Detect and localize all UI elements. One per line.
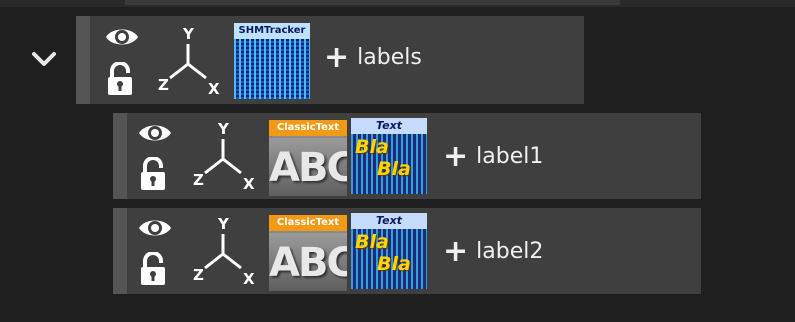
text-icon[interactable]: Text Bla Bla [351, 213, 427, 289]
classic-text-tag: ClassicText [269, 215, 347, 231]
plus-icon: + [324, 40, 350, 75]
node-name: label2 [476, 239, 544, 264]
axis-x-label: X [243, 175, 255, 191]
plus-icon: + [443, 234, 469, 269]
axes-icon: Y Z X [191, 119, 255, 193]
shm-tracker-tag: SHMTracker [234, 23, 310, 39]
text-tag: Text [351, 213, 427, 229]
text-preview-a: Bla [355, 231, 389, 253]
drag-handle[interactable] [113, 208, 127, 294]
add-node-labels[interactable]: + labels [324, 43, 422, 73]
classic-text-preview: ABC [269, 233, 347, 291]
top-strip-bar [125, 0, 620, 5]
axes-icon: Y Z X [156, 24, 220, 98]
expand-chevron-down-icon[interactable] [26, 40, 62, 76]
node-name: label1 [476, 144, 544, 169]
shm-tracker-preview [234, 39, 310, 99]
axis-y-label: Y [217, 120, 230, 138]
axis-y-label: Y [217, 215, 230, 233]
eye-icon[interactable] [137, 216, 173, 240]
classic-text-preview: ABC [269, 138, 347, 196]
eye-icon[interactable] [137, 121, 173, 145]
tree-row-label1[interactable]: Y Z X ClassicText ABC Text Bla Bla + lab… [113, 113, 701, 199]
axes-icon: Y Z X [191, 214, 255, 288]
classic-text-icon[interactable]: ClassicText ABC [269, 215, 347, 291]
text-preview-b: Bla [377, 253, 411, 275]
classic-text-icon[interactable]: ClassicText ABC [269, 120, 347, 196]
unlock-icon[interactable] [106, 61, 136, 96]
unlock-icon[interactable] [139, 251, 169, 286]
add-node-label2[interactable]: + label2 [443, 237, 543, 267]
text-preview-b: Bla [377, 158, 411, 180]
tree-row-label2[interactable]: Y Z X ClassicText ABC Text Bla Bla + lab… [113, 208, 701, 294]
top-strip [0, 0, 795, 7]
axis-z-label: Z [193, 171, 204, 189]
axis-y-label: Y [182, 25, 195, 43]
axis-z-label: Z [193, 266, 204, 284]
tree-row-labels[interactable]: Y Z X SHMTracker + labels [76, 16, 584, 104]
text-icon[interactable]: Text Bla Bla [351, 118, 427, 194]
plus-icon: + [443, 139, 469, 174]
drag-handle[interactable] [113, 113, 127, 199]
text-tag: Text [351, 118, 427, 134]
axis-z-label: Z [158, 76, 169, 94]
axis-x-label: X [243, 270, 255, 286]
add-node-label1[interactable]: + label1 [443, 142, 543, 172]
eye-icon[interactable] [104, 25, 140, 49]
node-name: labels [357, 45, 422, 70]
drag-handle[interactable] [76, 16, 90, 104]
classic-text-tag: ClassicText [269, 120, 347, 136]
text-preview-a: Bla [355, 136, 389, 158]
shm-tracker-icon[interactable]: SHMTracker [234, 23, 310, 99]
axis-x-label: X [208, 80, 220, 96]
unlock-icon[interactable] [139, 156, 169, 191]
